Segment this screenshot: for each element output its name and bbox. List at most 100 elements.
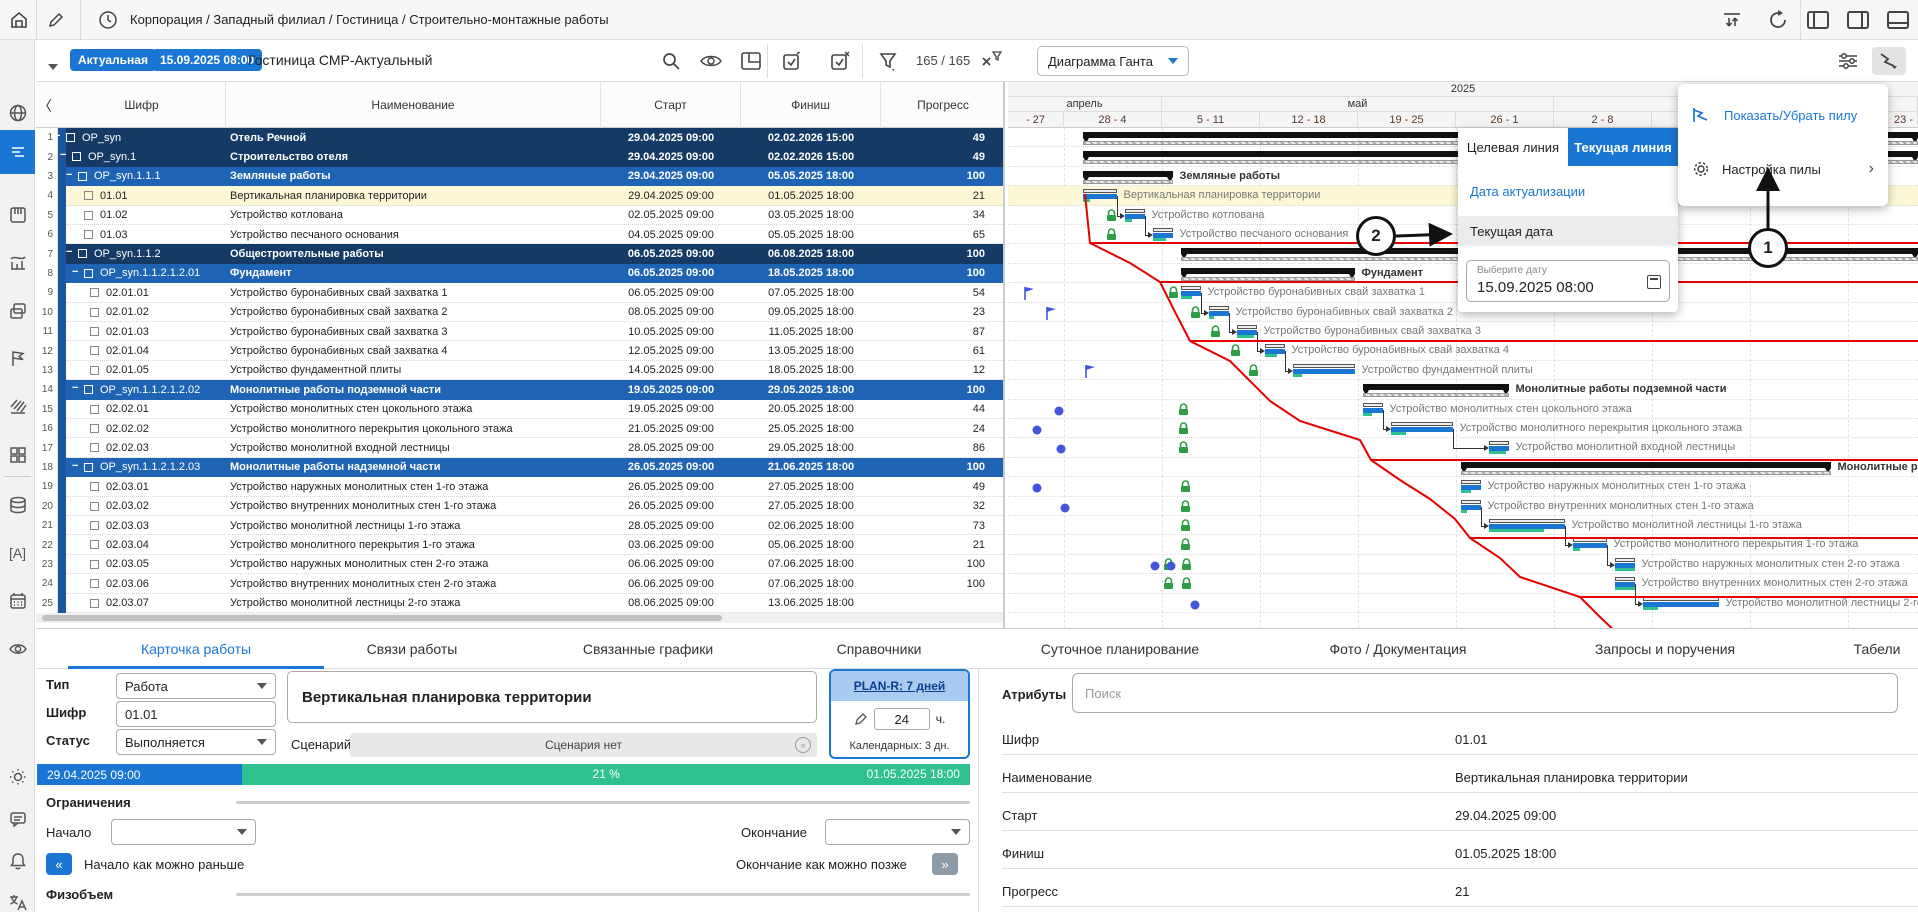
row-checkbox[interactable] [90, 308, 99, 317]
visibility-eye-icon[interactable] [696, 48, 726, 74]
bottom-tab-2[interactable]: Связи работы [302, 629, 522, 669]
sidebar-kanban-board-icon[interactable] [0, 200, 35, 230]
sidebar-globe-icon[interactable] [0, 98, 35, 128]
row-checkbox[interactable] [90, 366, 99, 375]
table-row[interactable]: 1002.01.02Устройство буронабивных свай з… [36, 303, 1005, 322]
current-date-field[interactable]: Выберите дату 15.09.2025 08:00 [1466, 260, 1670, 302]
bottom-tab-3[interactable]: Связанные графики [538, 629, 758, 669]
column-settings-icon[interactable] [736, 48, 766, 74]
col-header-finish[interactable]: Финиш [741, 82, 881, 128]
collapse-minus[interactable]: − [54, 130, 60, 142]
table-row[interactable]: 1502.02.01Устройство монолитных стен цок… [36, 400, 1005, 419]
clear-filter-icon[interactable] [976, 48, 1006, 74]
table-row[interactable]: 8−OP_syn.1.1.2.1.2.01Фундамент06.05.2025… [36, 264, 1005, 283]
row-checkbox[interactable] [90, 405, 99, 414]
collapse-columns-chevron[interactable]: 〈 [38, 96, 52, 116]
col-header-progress[interactable]: Прогресс [881, 82, 1005, 128]
fit-columns-icon[interactable] [1720, 8, 1744, 32]
collapse-minus[interactable]: − [72, 460, 78, 472]
row-checkbox[interactable] [90, 424, 99, 433]
attributes-search-input[interactable]: Поиск [1072, 673, 1898, 713]
row-checkbox[interactable] [90, 540, 99, 549]
collapse-minus[interactable]: − [60, 149, 66, 161]
gantt-task-bar[interactable] [1643, 597, 1718, 601]
constraint-start-select[interactable] [111, 819, 256, 845]
gantt-task-bar[interactable] [1083, 189, 1116, 193]
tab-target-line[interactable]: Целевая линия [1458, 128, 1568, 166]
row-checkbox[interactable] [90, 482, 99, 491]
bottom-tab-1[interactable]: Карточка работы [86, 629, 306, 669]
bottom-tab-8[interactable]: Табели [1767, 629, 1918, 669]
tab-current-line[interactable]: Текущая линия [1568, 128, 1678, 166]
table-row[interactable]: 3−OP_syn.1.1.1Земляные работы29.04.2025 … [36, 167, 1005, 186]
sidebar-language-icon[interactable] [0, 888, 35, 912]
gantt-summary-bar[interactable] [1181, 268, 1354, 274]
table-row[interactable]: 902.01.01Устройство буронабивных свай за… [36, 283, 1005, 302]
constraint-finish-select[interactable] [825, 819, 970, 845]
table-row[interactable]: 1−OP_synОтель Речной29.04.2025 09:0002.0… [36, 128, 1005, 147]
collapse-minus[interactable]: − [72, 266, 78, 278]
table-row[interactable]: 601.03Устройство песчаного основания04.0… [36, 225, 1005, 244]
row-checkbox[interactable] [84, 385, 93, 394]
sidebar-histogram-chart-icon[interactable] [0, 248, 35, 278]
table-row[interactable]: 2−OP_syn.1Строительство отеля29.04.2025 … [36, 147, 1005, 166]
table-row[interactable]: 7−OP_syn.1.1.2Общестроительные работы06.… [36, 244, 1005, 263]
table-row[interactable]: 1602.02.02Устройство монолитного перекры… [36, 419, 1005, 438]
gantt-settings-sliders-icon[interactable] [1831, 47, 1865, 75]
status-select[interactable]: Выполняется [116, 729, 276, 755]
sidebar-calendar-icon[interactable] [0, 586, 35, 616]
print-icon[interactable] [1914, 47, 1918, 75]
row-checkbox[interactable] [84, 269, 93, 278]
gantt-task-bar[interactable] [1125, 209, 1144, 213]
asap-button[interactable]: « [46, 853, 72, 875]
sidebar-watch-eye-icon[interactable] [0, 634, 35, 664]
table-row[interactable]: 2102.03.03Устройство монолитной лестницы… [36, 516, 1005, 535]
row-checkbox[interactable] [84, 230, 93, 239]
menu-item-actualization-date[interactable]: Дата актуализации [1458, 176, 1678, 206]
calendar-icon[interactable] [1647, 275, 1661, 289]
table-row[interactable]: 2002.03.02Устройство внутренних монолитн… [36, 497, 1005, 516]
table-row[interactable]: 1202.01.04Устройство буронабивных свай з… [36, 341, 1005, 360]
row-checkbox[interactable] [84, 463, 93, 472]
gantt-task-bar[interactable] [1237, 325, 1256, 329]
sidebar-notifications-bell-icon[interactable] [0, 846, 35, 876]
table-row[interactable]: 1902.03.01Устройство наружных монолитных… [36, 477, 1005, 496]
planr-badge-link[interactable]: PLAN-R: 7 дней [854, 679, 946, 693]
gantt-task-bar[interactable] [1209, 306, 1228, 310]
gantt-task-bar[interactable] [1181, 286, 1200, 290]
menu-item-saw-settings[interactable]: Настройка пилы › [1678, 146, 1888, 192]
table-row[interactable]: 401.01Вертикальная планировка территории… [36, 186, 1005, 205]
gantt-task-bar[interactable] [1461, 480, 1480, 484]
sidebar-dashboard-grid-icon[interactable] [0, 440, 35, 470]
collapse-minus[interactable]: − [66, 169, 72, 181]
sidebar-flag-icon[interactable] [0, 344, 35, 374]
scenario-open-icon[interactable]: » [795, 737, 811, 753]
gantt-task-bar[interactable] [1461, 500, 1480, 504]
alap-button[interactable]: » [932, 853, 958, 875]
gantt-task-bar[interactable] [1363, 403, 1382, 407]
table-row[interactable]: 2202.03.04Устройство монолитного перекры… [36, 535, 1005, 554]
home-icon[interactable] [7, 8, 31, 32]
search-icon[interactable] [656, 48, 686, 74]
gantt-task-bar[interactable] [1615, 577, 1634, 581]
row-checkbox[interactable] [72, 152, 81, 161]
code-input[interactable]: 01.01 [116, 701, 276, 727]
gantt-task-bar[interactable] [1391, 422, 1452, 426]
gantt-summary-bar[interactable] [1363, 384, 1508, 390]
table-row[interactable]: 1102.01.03Устройство буронабивных свай з… [36, 322, 1005, 341]
table-row[interactable]: 14−OP_syn.1.1.2.1.2.02Монолитные работы … [36, 380, 1005, 399]
col-header-start[interactable]: Старт [601, 82, 741, 128]
saw-line-icon[interactable] [1872, 47, 1906, 75]
row-checkbox[interactable] [90, 579, 99, 588]
refresh-icon[interactable] [1766, 8, 1790, 32]
type-select[interactable]: Работа [116, 673, 276, 699]
bottom-tab-5[interactable]: Суточное планирование [1010, 629, 1230, 669]
layout-bottom-panel-icon[interactable] [1886, 8, 1910, 32]
row-checkbox[interactable] [90, 502, 99, 511]
gantt-task-bar[interactable] [1489, 441, 1508, 445]
sidebar-theme-sun-icon[interactable] [0, 762, 35, 792]
table-row[interactable]: 2502.03.07Устройство монолитной лестницы… [36, 594, 1005, 613]
table-row[interactable]: 1302.01.05Устройство фундаментной плиты1… [36, 361, 1005, 380]
sidebar-database-icon[interactable] [0, 490, 35, 520]
sidebar-gantt-view-icon-selected[interactable] [0, 130, 35, 174]
